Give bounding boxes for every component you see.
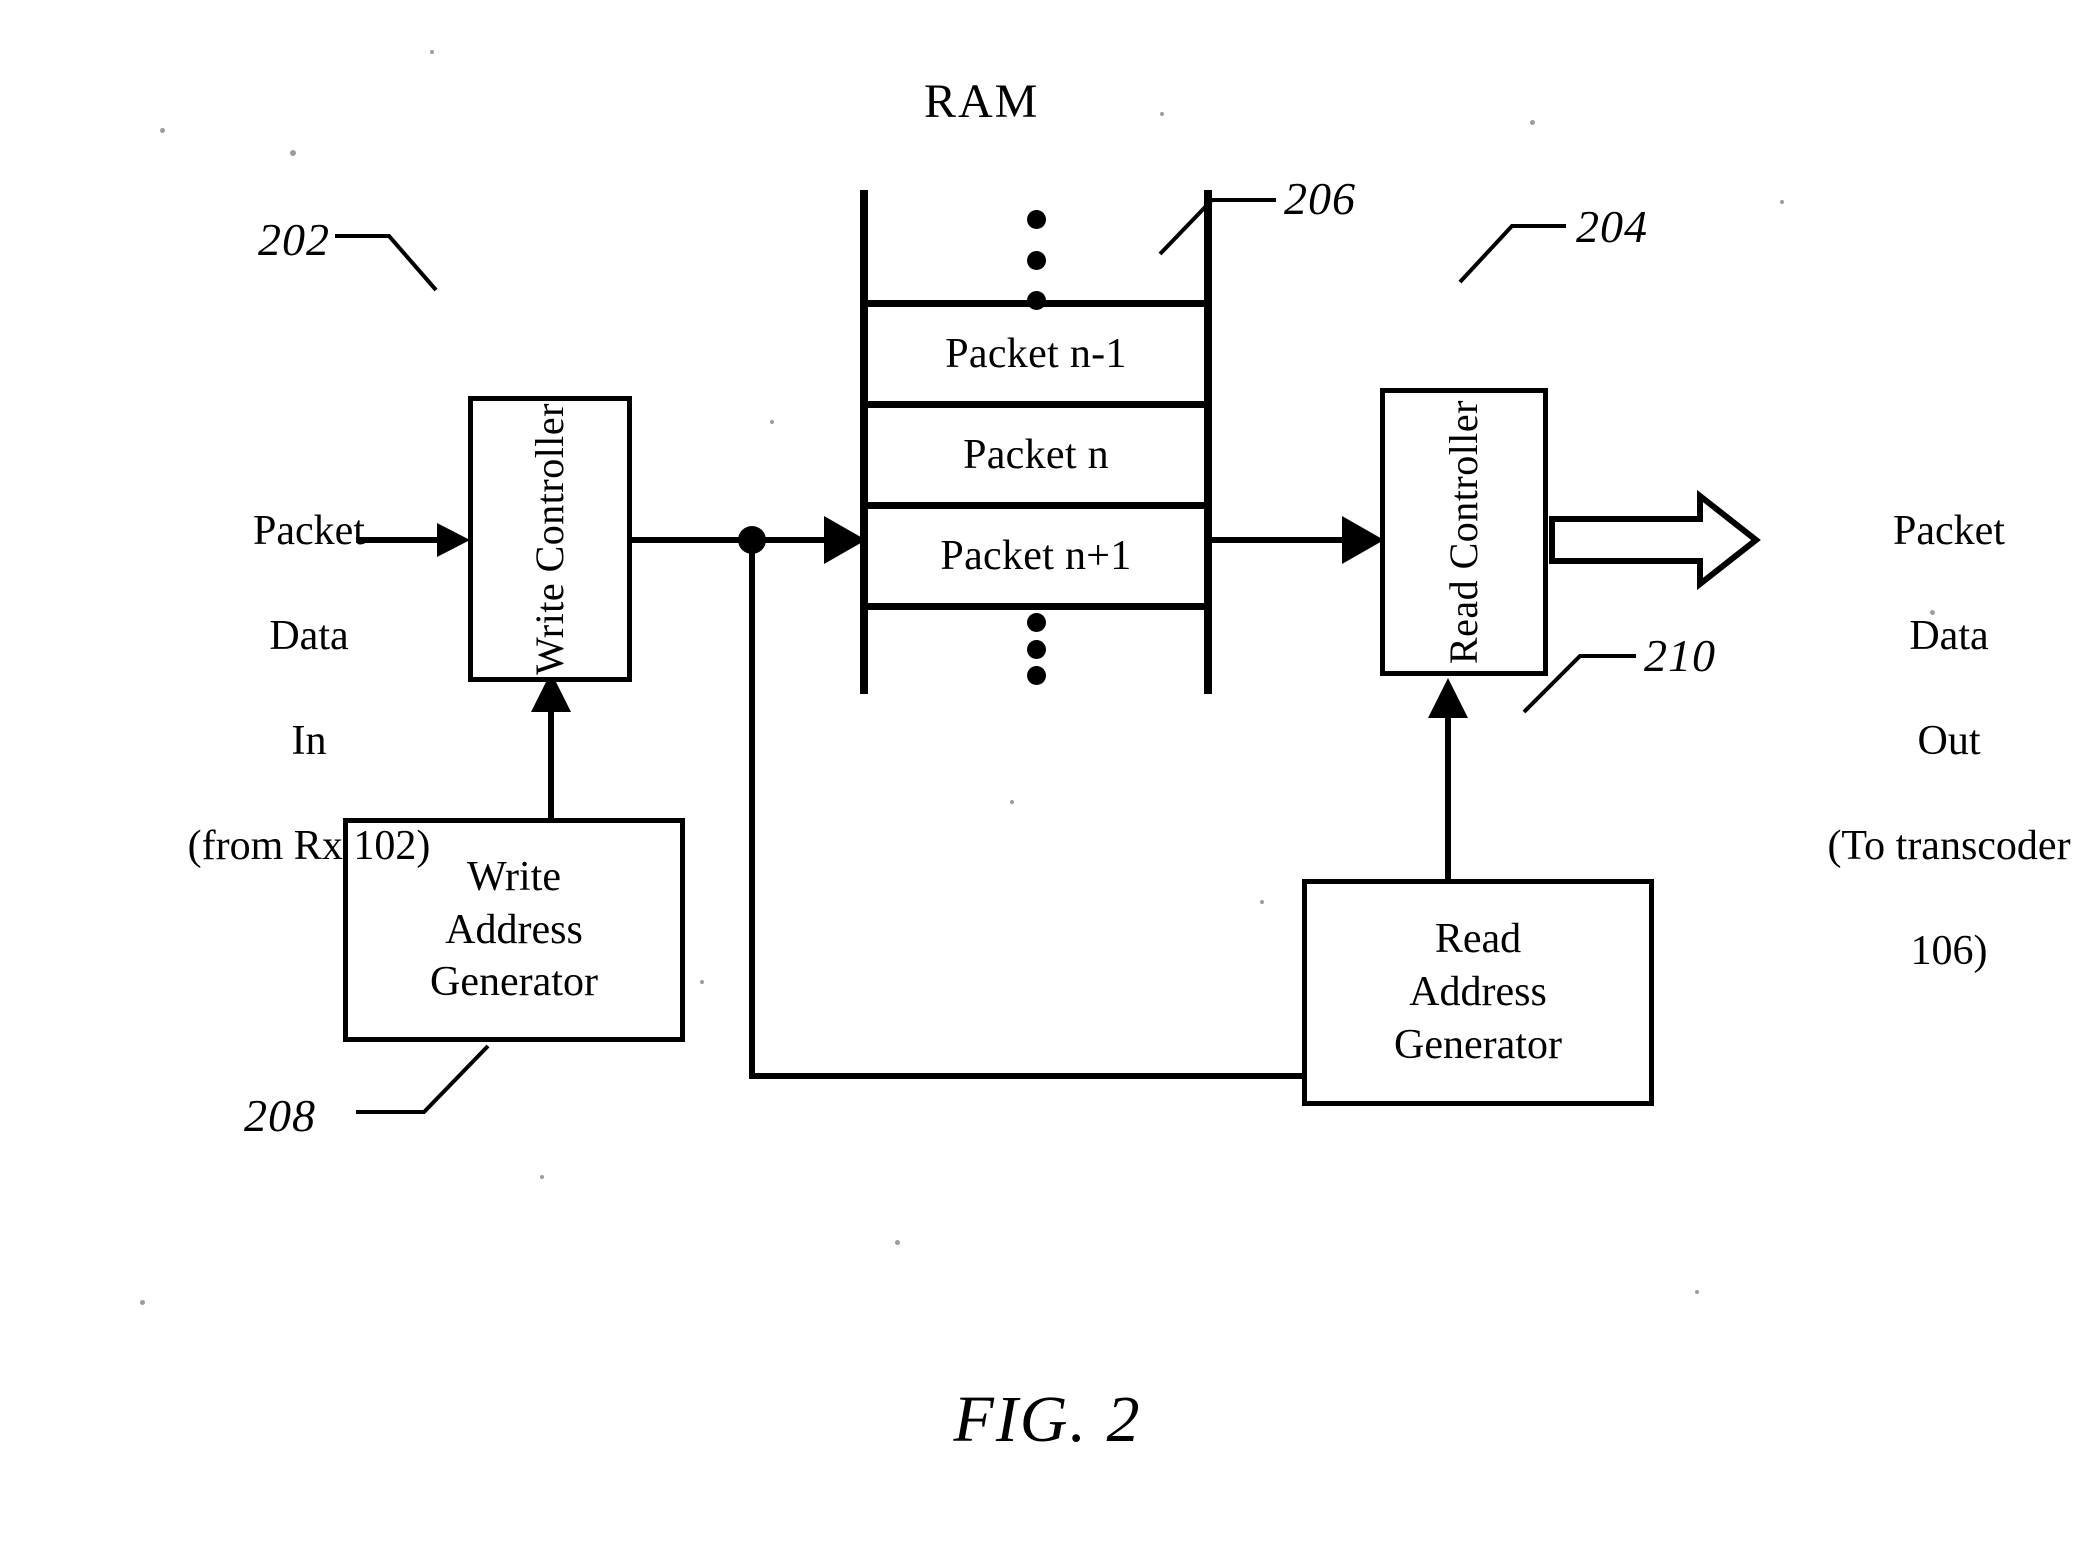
scan-speck [1010,800,1014,804]
packet-data-out-line4: (To transcoder [1827,822,2071,869]
scan-speck [770,420,774,424]
packet-data-in-line4: (from Rx 102) [187,822,431,869]
reference-numeral-208: 208 [244,1090,316,1141]
read-controller-block[interactable]: Read Controller [1380,388,1548,676]
ellipsis-dot [1026,210,1046,229]
scan-speck [1930,610,1935,615]
read-address-generator-block[interactable]: Read Address Generator [1302,879,1654,1106]
write-controller-label: Write Controller [527,403,572,675]
read-address-generator-label: Read Address Generator [1394,913,1562,1072]
packet-data-in-line1: Packet [253,507,365,554]
ram-memory-stack: Packet n-1 Packet n Packet n+1 [860,190,1212,694]
ram-title: RAM [924,75,1040,128]
scan-speck [430,50,434,54]
scan-speck [1695,1290,1699,1294]
leader-line-204 [1458,224,1566,284]
ram-cell: Packet n-1 [860,307,1212,401]
scan-speck [700,980,704,984]
packet-data-out-line2: Data [1909,612,1989,659]
reference-numeral-202: 202 [258,214,330,265]
write-address-generator-line1: Write [467,853,561,900]
wire-read-controller-to-output [1549,489,1761,591]
ellipsis-dot [1026,666,1046,685]
packet-data-out-label: Packet Data Out (To transcoder 106) [1758,452,2095,1030]
ram-top-ellipsis [1026,210,1046,310]
scan-speck [1160,112,1164,116]
packet-data-in-label: Packet Data In (from Rx 102) [108,452,468,925]
ram-divider [860,300,1212,307]
wire-read-address-generator-to-read-controller [1428,678,1468,879]
leader-line-202 [335,234,438,292]
scan-speck [540,1175,544,1179]
ram-divider [860,603,1212,610]
figure-caption: FIG. 2 [953,1383,1142,1456]
packet-data-in-line2: Data [269,612,349,659]
ellipsis-dot [1026,639,1046,659]
scan-speck [1260,900,1264,904]
read-address-generator-line3: Generator [1394,1021,1562,1068]
ram-bottom-ellipsis [1026,613,1046,685]
write-address-generator-line3: Generator [430,959,598,1006]
ram-cell-label: Packet n+1 [940,533,1132,579]
reference-numeral-206: 206 [1284,173,1356,224]
ram-divider [860,502,1212,509]
scan-speck [1530,120,1535,125]
scan-speck [140,1300,145,1305]
packet-data-out-line5: 106) [1910,927,1988,974]
scan-speck [895,1240,900,1245]
ellipsis-dot [1026,613,1046,632]
wire-ram-to-read-controller [1212,516,1384,564]
read-controller-label: Read Controller [1441,399,1486,665]
read-address-generator-line2: Address [1409,969,1547,1016]
wire-write-address-generator-to-write-controller [531,672,571,818]
ram-cell-label: Packet n-1 [945,331,1127,377]
wire-write-controller-to-ram [632,516,866,564]
packet-data-in-line3: In [291,717,327,764]
write-controller-block[interactable]: Write Controller [468,396,632,682]
reference-numeral-210: 210 [1644,630,1716,681]
ellipsis-dot [1026,250,1046,270]
ram-cell-label: Packet n [963,432,1109,478]
read-address-generator-line1: Read [1434,916,1522,963]
packet-data-out-line1: Packet [1893,507,2005,554]
packet-data-out-line3: Out [1917,717,1981,764]
figure-canvas: RAM Packet n-1 Packet n Packet n+1 Write… [0,0,2095,1552]
ram-cell: Packet n+1 [860,509,1212,603]
leader-line-208 [356,1044,490,1114]
reference-numeral-204: 204 [1576,201,1648,252]
ram-cell: Packet n [860,408,1212,502]
scan-speck [160,128,165,133]
ram-divider [860,401,1212,408]
scan-speck [290,150,296,156]
scan-speck [1780,200,1784,204]
